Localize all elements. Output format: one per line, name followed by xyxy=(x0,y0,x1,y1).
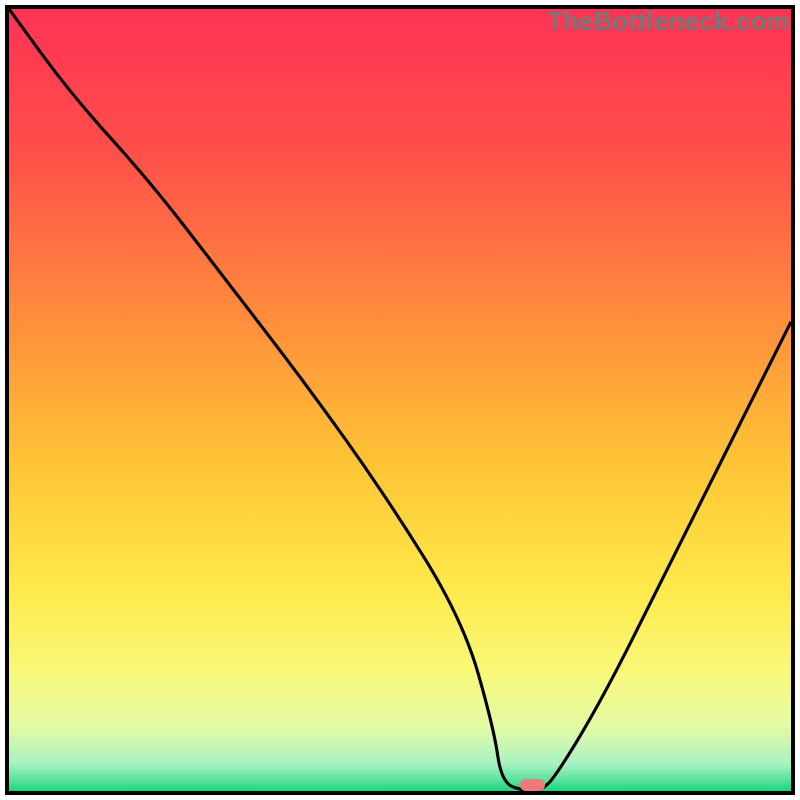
watermark-text: TheBottleneck.com xyxy=(547,6,790,37)
curve-layer xyxy=(9,9,791,791)
sweet-spot-marker xyxy=(520,779,545,792)
bottleneck-chart: TheBottleneck.com xyxy=(0,0,800,800)
bottleneck-curve xyxy=(9,9,791,791)
plot-area xyxy=(5,5,795,795)
